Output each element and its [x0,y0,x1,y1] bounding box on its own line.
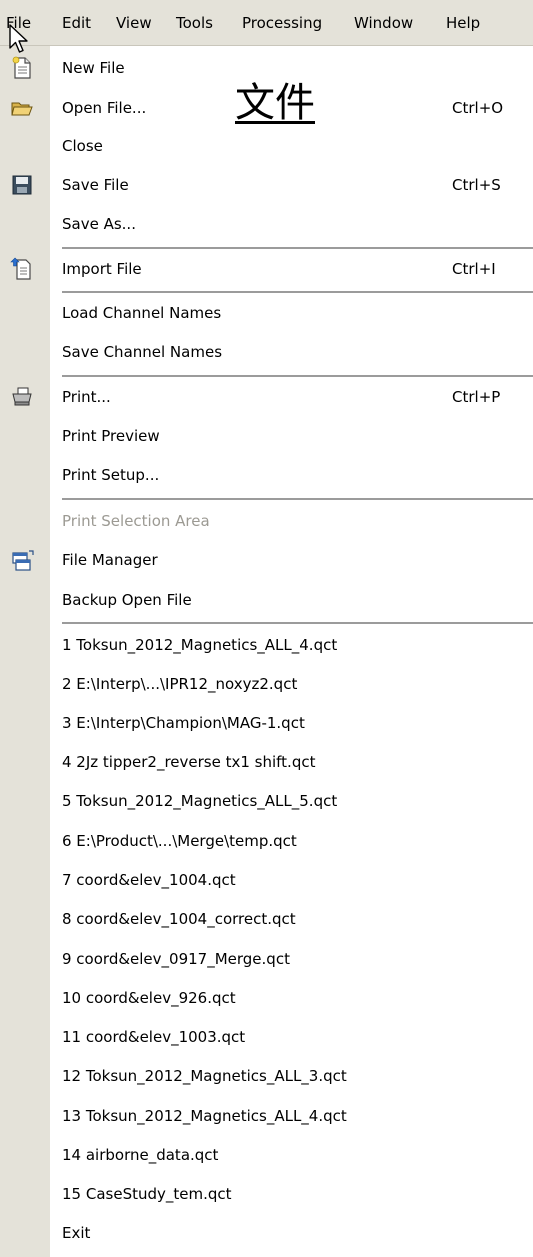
menu-item-label: Print Preview [62,427,160,445]
recent-file-item[interactable]: 13 Toksun_2012_Magnetics_ALL_4.qct [0,1096,533,1136]
menu-item-label: Close [62,137,103,155]
menu-tools[interactable]: Tools [176,0,213,46]
recent-file-label: 9 coord&elev_0917_Merge.qct [62,950,290,968]
recent-file-item[interactable]: 6 E:\Product\...\Merge\temp.qct [0,821,533,861]
recent-file-item[interactable]: 5 Toksun_2012_Magnetics_ALL_5.qct [0,781,533,821]
menu-bar: File Edit View Tools Processing Window H… [0,0,533,46]
menu-item-label: Import File [62,260,142,278]
recent-file-label: 4 2Jz tipper2_reverse tx1 shift.qct [62,753,316,771]
recent-file-item[interactable]: 2 E:\Interp\...\IPR12_noxyz2.qct [0,664,533,704]
recent-file-label: 8 coord&elev_1004_correct.qct [62,910,296,928]
recent-file-item[interactable]: 1 Toksun_2012_Magnetics_ALL_4.qct [0,625,533,665]
recent-file-label: 7 coord&elev_1004.qct [62,871,236,889]
menu-item-label: Open File... [62,99,147,117]
menu-view[interactable]: View [116,0,152,46]
recent-file-item[interactable]: 12 Toksun_2012_Magnetics_ALL_3.qct [0,1056,533,1096]
shortcut-label: Ctrl+P [452,388,501,406]
menu-item-print[interactable]: Print... Ctrl+P [0,377,533,417]
menu-item-import-file[interactable]: Import File Ctrl+I [0,249,533,289]
recent-file-item[interactable]: 15 CaseStudy_tem.qct [0,1174,533,1214]
menu-item-exit[interactable]: Exit [0,1213,533,1253]
menu-item-load-channel-names[interactable]: Load Channel Names [0,293,533,333]
recent-file-label: 13 Toksun_2012_Magnetics_ALL_4.qct [62,1107,347,1125]
recent-file-item[interactable]: 7 coord&elev_1004.qct [0,860,533,900]
menu-item-label: Save As... [62,215,136,233]
recent-file-label: 2 E:\Interp\...\IPR12_noxyz2.qct [62,675,298,693]
recent-file-label: 14 airborne_data.qct [62,1146,219,1164]
menu-item-close[interactable]: Close [0,126,533,166]
menu-item-save-channel-names[interactable]: Save Channel Names [0,332,533,372]
recent-file-item[interactable]: 8 coord&elev_1004_correct.qct [0,899,533,939]
printer-icon [10,385,34,409]
menu-item-print-preview[interactable]: Print Preview [0,416,533,456]
menu-item-print-selection-area: Print Selection Area [0,501,533,541]
mouse-cursor-icon [9,24,31,56]
menu-processing[interactable]: Processing [242,0,322,46]
menu-item-label: File Manager [62,551,158,569]
menu-item-backup-open-file[interactable]: Backup Open File [0,580,533,620]
recent-file-item[interactable]: 9 coord&elev_0917_Merge.qct [0,939,533,979]
file-manager-icon [10,548,34,572]
menu-item-label: Print Selection Area [62,512,210,530]
recent-file-label: 11 coord&elev_1003.qct [62,1028,246,1046]
recent-file-item[interactable]: 10 coord&elev_926.qct [0,978,533,1018]
recent-file-label: 10 coord&elev_926.qct [62,989,236,1007]
recent-file-label: 12 Toksun_2012_Magnetics_ALL_3.qct [62,1067,347,1085]
menu-item-label: Backup Open File [62,591,192,609]
menu-item-label: Print... [62,388,111,406]
recent-file-label: 3 E:\Interp\Champion\MAG-1.qct [62,714,305,732]
menu-item-save-as[interactable]: Save As... [0,204,533,244]
menu-help[interactable]: Help [446,0,480,46]
menu-item-label: New File [62,59,125,77]
menu-item-label: Save Channel Names [62,343,223,361]
shortcut-label: Ctrl+S [452,176,501,194]
shortcut-label: Ctrl+I [452,260,496,278]
menu-edit[interactable]: Edit [62,0,91,46]
recent-file-item[interactable]: 11 coord&elev_1003.qct [0,1017,533,1057]
recent-file-item[interactable]: 3 E:\Interp\Champion\MAG-1.qct [0,703,533,743]
annotation-text: 文件 [235,80,315,126]
recent-file-item[interactable]: 14 airborne_data.qct [0,1135,533,1175]
recent-file-label: 6 E:\Product\...\Merge\temp.qct [62,832,297,850]
menu-item-save-file[interactable]: Save File Ctrl+S [0,165,533,205]
floppy-disk-icon [10,173,34,197]
open-folder-icon [10,96,34,120]
menu-window[interactable]: Window [354,0,413,46]
menu-item-label: Exit [62,1224,91,1242]
recent-file-label: 1 Toksun_2012_Magnetics_ALL_4.qct [62,636,338,654]
menu-item-file-manager[interactable]: File Manager [0,540,533,580]
menu-item-print-setup[interactable]: Print Setup... [0,455,533,495]
recent-file-label: 15 CaseStudy_tem.qct [62,1185,232,1203]
menu-item-label: Load Channel Names [62,304,222,322]
recent-file-item[interactable]: 4 2Jz tipper2_reverse tx1 shift.qct [0,742,533,782]
shortcut-label: Ctrl+O [452,99,504,117]
new-file-icon [10,56,34,80]
recent-file-label: 5 Toksun_2012_Magnetics_ALL_5.qct [62,792,338,810]
menu-item-label: Save File [62,176,129,194]
menu-item-label: Print Setup... [62,466,160,484]
file-dropdown-menu: New File Open File... Ctrl+O Close Save … [0,46,533,1257]
import-file-icon [10,257,34,281]
